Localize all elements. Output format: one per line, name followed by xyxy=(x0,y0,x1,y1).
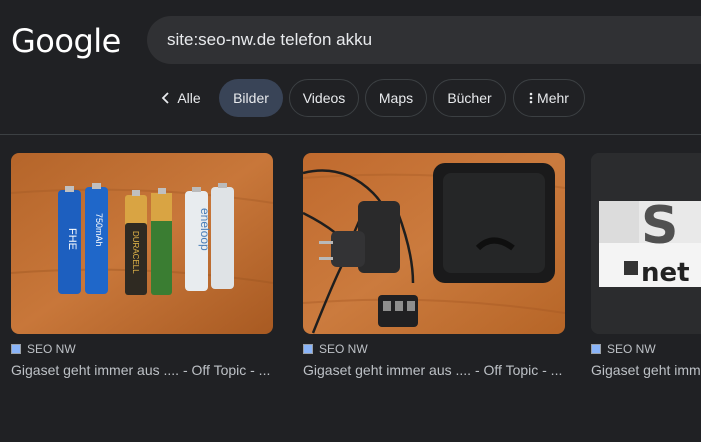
site-favicon-icon xyxy=(591,344,601,354)
result-title[interactable]: Gigaset geht imm xyxy=(591,362,701,378)
phone-cradle xyxy=(433,163,555,283)
google-logo[interactable]: Google xyxy=(11,22,121,60)
image-label-brand: FHE xyxy=(66,228,78,250)
tab-more-label: Mehr xyxy=(537,90,569,106)
result-source-label: SEO NW xyxy=(319,342,368,356)
result-title[interactable]: Gigaset geht immer aus .... - Off Topic … xyxy=(303,362,583,378)
result-source[interactable]: SEO NW xyxy=(591,341,701,357)
search-tabs: Alle Bilder Videos Maps Bücher Mehr xyxy=(0,79,701,117)
image-result[interactable]: FHE 750mAh DURACELL eneloop SEO NW Gigas… xyxy=(11,153,291,378)
logo-letter: S xyxy=(641,196,678,256)
result-source-label: SEO NW xyxy=(607,342,656,356)
image-label-eneloop: eneloop xyxy=(198,208,212,251)
search-box[interactable] xyxy=(147,16,701,64)
image-result[interactable]: S net SEO NW Gigaset geht imm xyxy=(591,153,701,378)
search-input[interactable] xyxy=(167,16,687,64)
tab-videos[interactable]: Videos xyxy=(289,79,359,117)
result-source[interactable]: SEO NW xyxy=(11,341,291,357)
image-result[interactable]: SEO NW Gigaset geht immer aus .... - Off… xyxy=(303,153,583,378)
tab-books-label: Bücher xyxy=(447,90,492,106)
tab-books[interactable]: Bücher xyxy=(433,79,506,117)
result-thumbnail-batteries[interactable]: FHE 750mAh DURACELL eneloop xyxy=(11,153,273,334)
site-favicon-icon xyxy=(303,344,313,354)
tab-videos-label: Videos xyxy=(302,90,346,106)
logo-text: net xyxy=(641,258,690,288)
vertical-dots-icon xyxy=(529,92,533,104)
tab-maps-label: Maps xyxy=(378,90,414,106)
tab-images[interactable]: Bilder xyxy=(219,79,283,117)
tab-maps[interactable]: Maps xyxy=(365,79,427,117)
chevron-left-icon xyxy=(161,91,171,105)
connector-block xyxy=(378,295,418,327)
result-source-label: SEO NW xyxy=(27,342,76,356)
result-title[interactable]: Gigaset geht immer aus .... - Off Topic … xyxy=(11,362,291,378)
result-thumbnail-logo[interactable]: S net xyxy=(591,153,701,334)
tab-more[interactable]: Mehr xyxy=(513,79,585,117)
image-label-capacity: 750mAh xyxy=(94,213,104,247)
battery-eneloop-2 xyxy=(211,183,234,289)
image-label-duracell: DURACELL xyxy=(131,231,140,274)
site-favicon-icon xyxy=(11,344,21,354)
result-source[interactable]: SEO NW xyxy=(303,341,583,357)
tab-all[interactable]: Alle xyxy=(152,79,210,117)
result-thumbnail-charger[interactable] xyxy=(303,153,565,334)
tab-all-label: Alle xyxy=(177,90,201,106)
header-divider xyxy=(0,134,701,135)
tab-images-label: Bilder xyxy=(233,90,269,106)
battery-green xyxy=(151,188,172,295)
